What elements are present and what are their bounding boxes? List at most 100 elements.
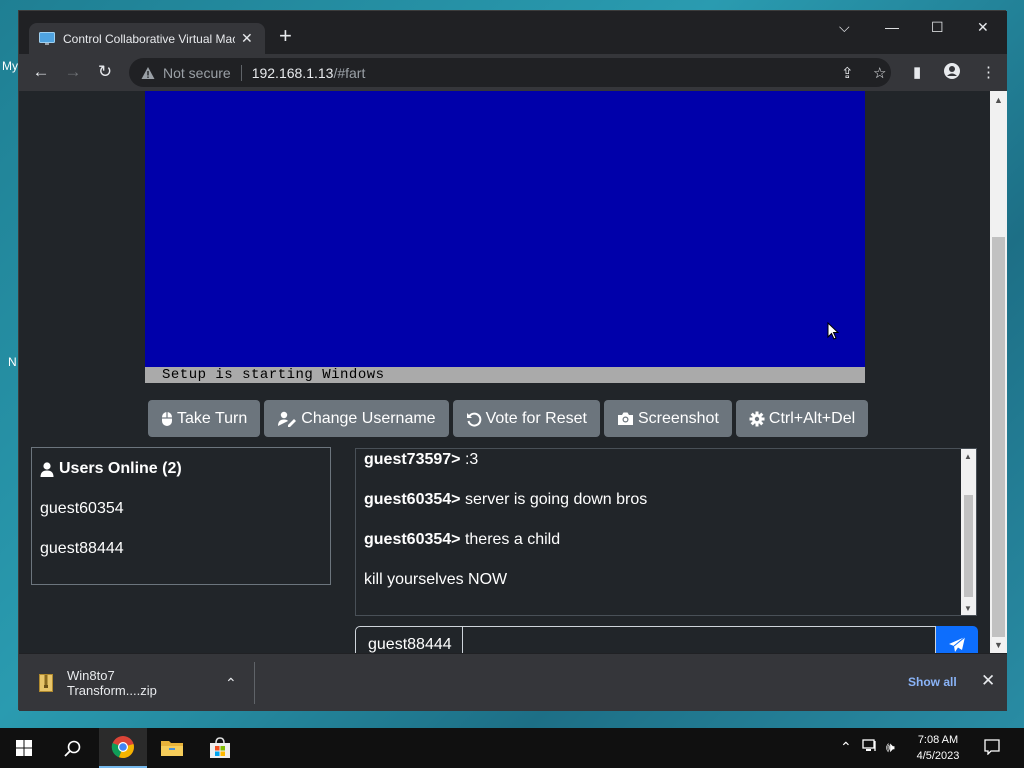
paper-plane-icon <box>949 636 966 652</box>
chat-username: guest60354> <box>364 491 461 508</box>
chat-message: guest60354> server is going down bros <box>364 491 647 509</box>
vm-status-bar: Setup is starting Windows <box>145 367 865 383</box>
windows-logo-icon <box>16 740 32 756</box>
monitor-icon <box>39 31 55 45</box>
close-window-button[interactable]: ✕ <box>977 19 989 36</box>
reload-button[interactable]: ↻ <box>95 62 115 82</box>
desktop-icon-label-my: My <box>2 59 18 73</box>
zip-file-icon <box>39 674 53 692</box>
taskbar-file-explorer[interactable] <box>148 728 196 768</box>
chat-scrollbar[interactable]: ▲ ▼ <box>961 449 976 615</box>
folder-icon <box>161 741 183 756</box>
scroll-down-arrow-icon[interactable]: ▼ <box>964 604 972 613</box>
take-turn-label: Take Turn <box>177 409 248 427</box>
show-all-downloads-link[interactable]: Show all <box>908 675 957 689</box>
taskbar-store[interactable] <box>196 728 244 768</box>
ctrl-alt-del-label: Ctrl+Alt+Del <box>768 409 856 427</box>
vm-display[interactable]: Setup is starting Windows <box>145 91 865 383</box>
mouse-cursor-icon <box>827 322 839 340</box>
taskbar: ⌃ 🕪 7:08 AM 4/5/2023 <box>0 728 1024 768</box>
desktop-icon-label-n: N <box>8 355 17 369</box>
warning-icon <box>141 66 155 79</box>
change-username-label: Change Username <box>301 409 436 427</box>
chat-log[interactable]: guest73597> :3 guest60354> server is goi… <box>355 448 977 616</box>
clock-time: 7:08 AM <box>917 734 959 746</box>
chat-text: :3 <box>460 451 479 468</box>
tab-search-chevron-icon[interactable]: ⌵ <box>839 19 850 36</box>
chat-message: kill yourselves NOW <box>364 571 507 589</box>
search-icon <box>63 740 80 757</box>
start-button[interactable] <box>0 728 48 768</box>
tab-close-icon[interactable]: ✕ <box>241 30 253 47</box>
chevron-up-icon[interactable]: ⌃ <box>225 675 237 692</box>
chat-text: theres a child <box>460 531 561 548</box>
chevron-up-tray-icon[interactable]: ⌃ <box>840 739 852 756</box>
chat-username: guest73597> <box>364 451 461 468</box>
network-icon[interactable] <box>862 739 878 756</box>
clock-date: 4/5/2023 <box>916 750 960 762</box>
chat-username: guest60354> <box>364 531 461 548</box>
chat-message: guest73597> :3 <box>364 451 478 469</box>
user-icon <box>40 461 54 477</box>
download-file-name: Win8to7 Transform....zip <box>67 668 157 698</box>
menu-kebab-icon[interactable]: ⋮ <box>981 63 996 81</box>
volume-icon[interactable]: 🕪 <box>886 739 895 756</box>
share-icon[interactable]: ⇪ <box>841 64 854 82</box>
chat-username-display: guest88444 <box>355 626 463 653</box>
change-username-button[interactable]: Change Username <box>264 400 449 437</box>
scroll-up-arrow-icon[interactable]: ▲ <box>964 452 972 461</box>
screenshot-button[interactable]: Screenshot <box>603 400 732 437</box>
tab-strip: Control Collaborative Virtual Machine ✕ … <box>19 11 1007 54</box>
chat-message: guest60354> theres a child <box>364 531 560 549</box>
page-scrollbar[interactable]: ▲ ▼ <box>990 91 1007 653</box>
vote-for-reset-button[interactable]: Vote for Reset <box>452 400 600 437</box>
user-pen-icon <box>277 411 297 427</box>
side-panel-icon[interactable]: ▮ <box>913 63 921 81</box>
page-scroll-down-icon[interactable]: ▼ <box>994 640 1003 650</box>
browser-toolbar: ← → ↻ Not secure 192.168.1.13 /#fart ⇪ ☆… <box>19 54 1007 91</box>
take-turn-button[interactable]: Take Turn <box>148 400 261 437</box>
chrome-icon <box>111 736 134 759</box>
close-download-bar-icon[interactable]: ✕ <box>981 671 995 691</box>
users-online-title: Users Online (2) <box>40 460 182 478</box>
bookmark-star-icon[interactable]: ☆ <box>873 64 886 82</box>
back-button[interactable]: ← <box>31 62 51 82</box>
page-scroll-up-icon[interactable]: ▲ <box>994 95 1003 105</box>
page-scroll-thumb[interactable] <box>992 237 1005 637</box>
send-button[interactable] <box>936 626 979 653</box>
chat-message-input[interactable] <box>462 626 937 653</box>
taskbar-clock[interactable]: 7:08 AM 4/5/2023 <box>906 732 970 764</box>
vote-for-reset-label: Vote for Reset <box>485 409 587 427</box>
security-status[interactable]: Not secure <box>163 65 231 81</box>
store-bag-icon <box>210 737 230 758</box>
forward-button[interactable]: → <box>63 62 83 82</box>
browser-window: Control Collaborative Virtual Machine ✕ … <box>18 10 1007 711</box>
users-online-panel: Users Online (2) guest60354 guest88444 <box>31 447 331 585</box>
ctrl-alt-del-button[interactable]: Ctrl+Alt+Del <box>735 400 869 437</box>
users-online-label: Users Online (2) <box>59 460 182 477</box>
chat-text: kill yourselves NOW <box>364 571 508 588</box>
notification-icon[interactable] <box>984 739 1000 758</box>
tab-title: Control Collaborative Virtual Machine <box>63 31 235 46</box>
page-content: Setup is starting Windows Take Turn Chan… <box>19 91 1007 653</box>
download-item[interactable]: Win8to7 Transform....zip ⌃ <box>19 662 255 704</box>
vm-button-row: Take Turn Change Username Vote for Reset… <box>148 400 869 437</box>
user-list-item[interactable]: guest88444 <box>40 540 124 558</box>
download-bar: Win8to7 Transform....zip ⌃ Show all ✕ <box>19 653 1007 711</box>
minimize-button[interactable]: — <box>885 19 899 35</box>
url-host: 192.168.1.13 <box>251 64 334 81</box>
taskbar-chrome[interactable] <box>99 728 147 768</box>
chat-input-row: guest88444 <box>355 626 979 653</box>
screenshot-label: Screenshot <box>637 409 719 427</box>
search-button[interactable] <box>48 728 96 768</box>
mouse-icon <box>161 411 173 427</box>
new-tab-button[interactable]: + <box>279 25 292 47</box>
user-list-item[interactable]: guest60354 <box>40 500 124 518</box>
browser-tab[interactable]: Control Collaborative Virtual Machine ✕ <box>29 23 265 54</box>
address-bar[interactable]: Not secure 192.168.1.13 /#fart ⇪ ☆ <box>129 58 891 87</box>
rotate-left-icon <box>466 411 482 427</box>
chat-scroll-thumb[interactable] <box>964 495 973 597</box>
camera-icon <box>617 411 634 426</box>
maximize-button[interactable]: ☐ <box>931 19 944 36</box>
profile-icon[interactable] <box>944 63 960 83</box>
